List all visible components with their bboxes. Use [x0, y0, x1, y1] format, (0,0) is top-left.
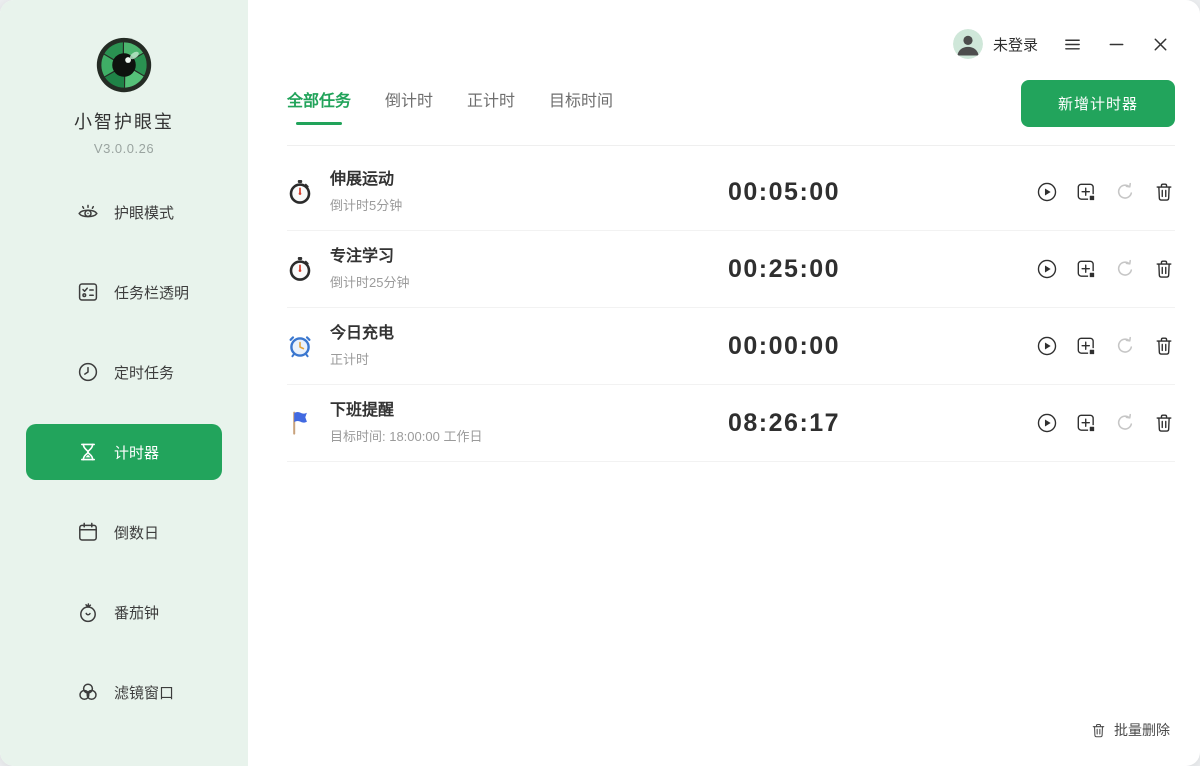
batch-delete-button[interactable]: 批量删除	[1090, 720, 1170, 740]
sidebar-item-label: 护眼模式	[114, 202, 174, 223]
delete-button[interactable]	[1153, 335, 1175, 357]
stopwatch-icon	[287, 179, 313, 205]
timer-row: 下班提醒目标时间: 18:00:00 工作日08:26:17	[287, 385, 1175, 462]
sidebar-item-label: 滤镜窗口	[114, 682, 174, 703]
delete-button[interactable]	[1153, 412, 1175, 434]
add-time-button[interactable]	[1075, 258, 1097, 280]
add-time-button[interactable]	[1075, 181, 1097, 203]
venn-circles-icon	[76, 680, 100, 704]
login-status-label[interactable]: 未登录	[993, 34, 1038, 55]
sidebar-item-filter-window[interactable]: 滤镜窗口	[26, 664, 222, 720]
sidebar-item-label: 定时任务	[114, 362, 174, 383]
timer-subtitle: 倒计时5分钟	[330, 195, 728, 214]
content-area: 全部任务倒计时正计时目标时间 新增计时器 伸展运动倒计时5分钟00:05:00专…	[287, 70, 1175, 766]
eye-icon	[76, 200, 100, 224]
tab-countdown[interactable]: 倒计时	[385, 81, 433, 127]
timer-actions	[1036, 181, 1175, 203]
stopwatch-icon	[287, 256, 313, 282]
timer-title: 下班提醒	[330, 401, 728, 421]
sidebar-item-label: 计时器	[114, 442, 159, 463]
reset-button[interactable]	[1114, 181, 1136, 203]
timer-time: 00:00:00	[728, 332, 1036, 361]
sidebar: 小智护眼宝 V3.0.0.26 护眼模式任务栏透明定时任务计时器倒数日番茄钟滤镜…	[0, 0, 248, 766]
play-button[interactable]	[1036, 181, 1058, 203]
add-timer-button[interactable]: 新增计时器	[1021, 80, 1175, 127]
alarm-clock-icon	[287, 333, 313, 359]
sidebar-nav: 护眼模式任务栏透明定时任务计时器倒数日番茄钟滤镜窗口	[0, 184, 248, 720]
timer-row: 专注学习倒计时25分钟00:25:00	[287, 231, 1175, 308]
timer-actions	[1036, 258, 1175, 280]
sidebar-item-taskbar-transparency[interactable]: 任务栏透明	[26, 264, 222, 320]
trash-icon	[1090, 722, 1107, 739]
play-button[interactable]	[1036, 335, 1058, 357]
timer-info: 下班提醒目标时间: 18:00:00 工作日	[330, 401, 728, 445]
sidebar-item-timer[interactable]: 计时器	[26, 424, 222, 480]
timer-title: 伸展运动	[330, 170, 728, 190]
app-version: V3.0.0.26	[0, 141, 248, 156]
timer-info: 今日充电正计时	[330, 324, 728, 368]
play-button[interactable]	[1036, 412, 1058, 434]
checklist-icon	[76, 280, 100, 304]
sidebar-item-pomodoro[interactable]: 番茄钟	[26, 584, 222, 640]
tab-count-up[interactable]: 正计时	[467, 81, 515, 127]
close-icon[interactable]	[1150, 34, 1170, 54]
timer-title: 专注学习	[330, 247, 728, 267]
sidebar-item-label: 倒数日	[114, 522, 159, 543]
flag-icon	[287, 410, 313, 436]
timer-row: 伸展运动倒计时5分钟00:05:00	[287, 154, 1175, 231]
titlebar: 未登录	[248, 0, 1200, 64]
reset-button[interactable]	[1114, 412, 1136, 434]
timer-title: 今日充电	[330, 324, 728, 344]
timer-subtitle: 目标时间: 18:00:00 工作日	[330, 426, 728, 445]
play-button[interactable]	[1036, 258, 1058, 280]
add-time-button[interactable]	[1075, 335, 1097, 357]
timer-time: 08:26:17	[728, 409, 1036, 438]
sidebar-item-countdown-day[interactable]: 倒数日	[26, 504, 222, 560]
tomato-icon	[76, 600, 100, 624]
sidebar-item-label: 任务栏透明	[114, 282, 189, 303]
delete-button[interactable]	[1153, 258, 1175, 280]
tab-bar: 全部任务倒计时正计时目标时间	[287, 81, 613, 127]
timer-row: 今日充电正计时00:00:00	[287, 308, 1175, 385]
timer-info: 专注学习倒计时25分钟	[330, 247, 728, 291]
sidebar-item-label: 番茄钟	[114, 602, 159, 623]
hourglass-icon	[76, 440, 100, 464]
reset-button[interactable]	[1114, 258, 1136, 280]
tab-all-tasks[interactable]: 全部任务	[287, 81, 351, 127]
timer-time: 00:05:00	[728, 178, 1036, 207]
app-name: 小智护眼宝	[0, 108, 248, 134]
calendar-icon	[76, 520, 100, 544]
reset-button[interactable]	[1114, 335, 1136, 357]
app-window: 小智护眼宝 V3.0.0.26 护眼模式任务栏透明定时任务计时器倒数日番茄钟滤镜…	[0, 0, 1200, 766]
timer-list: 伸展运动倒计时5分钟00:05:00专注学习倒计时25分钟00:25:00今日充…	[287, 146, 1175, 462]
user-avatar[interactable]	[953, 29, 983, 59]
hamburger-menu-icon[interactable]	[1062, 34, 1082, 54]
timer-subtitle: 倒计时25分钟	[330, 272, 728, 291]
app-logo-aperture-eye-icon	[95, 36, 153, 94]
sidebar-item-eye-mode[interactable]: 护眼模式	[26, 184, 222, 240]
add-time-button[interactable]	[1075, 412, 1097, 434]
delete-button[interactable]	[1153, 181, 1175, 203]
timer-subtitle: 正计时	[330, 349, 728, 368]
timer-actions	[1036, 335, 1175, 357]
tab-target-time[interactable]: 目标时间	[549, 81, 613, 127]
batch-delete-label: 批量删除	[1114, 720, 1170, 740]
clock-icon	[76, 360, 100, 384]
main-panel: 未登录 全部任务倒计时正计时目标时间 新增计时器 伸展运动倒计时5分钟00:05…	[248, 0, 1200, 766]
toolbar: 全部任务倒计时正计时目标时间 新增计时器	[287, 70, 1175, 146]
sidebar-item-scheduled-tasks[interactable]: 定时任务	[26, 344, 222, 400]
timer-actions	[1036, 412, 1175, 434]
minimize-icon[interactable]	[1106, 34, 1126, 54]
timer-time: 00:25:00	[728, 255, 1036, 284]
timer-info: 伸展运动倒计时5分钟	[330, 170, 728, 214]
